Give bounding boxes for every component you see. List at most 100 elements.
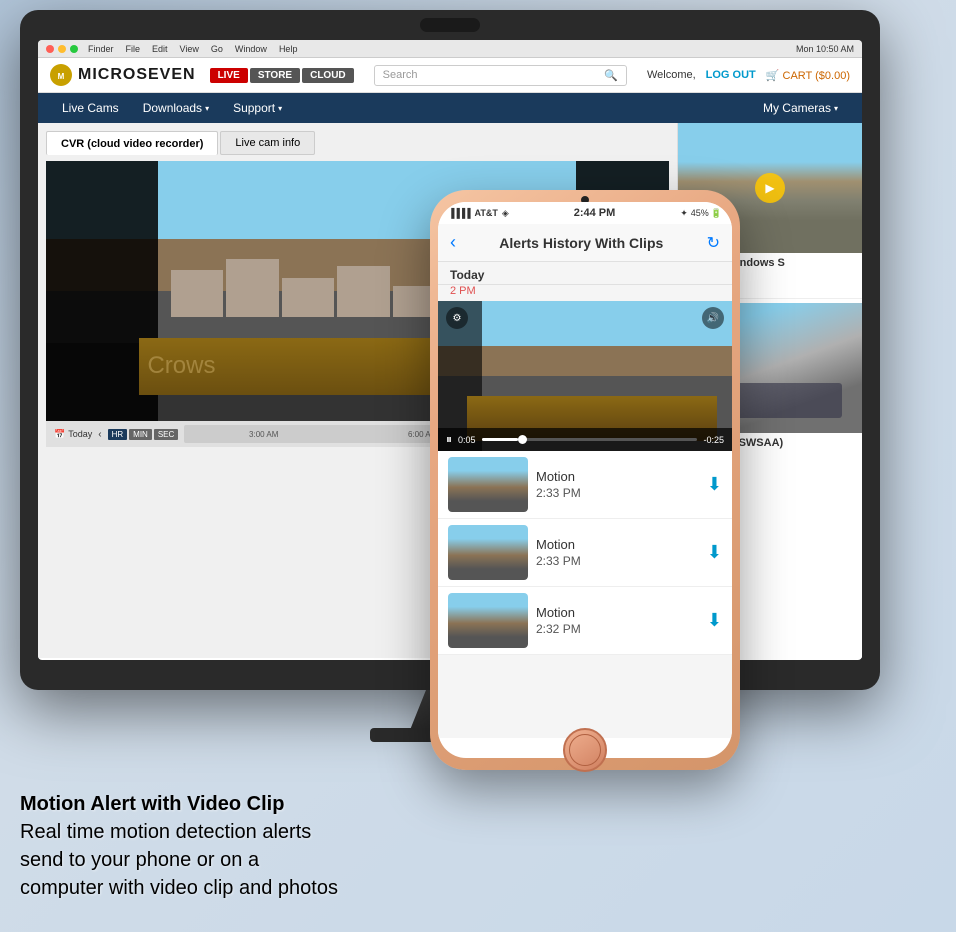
phone-video-clip[interactable]: ⚙ 🔊 ⏸ 0:05 -0:25 <box>438 301 732 451</box>
bluetooth-icon: ✦ <box>680 208 688 219</box>
nav-pills: LIVE STORE CLOUD <box>210 68 354 83</box>
alert-thumb-1 <box>448 525 528 580</box>
cam1-play-icon[interactable]: ▶ <box>755 173 785 203</box>
calendar-icon: 📅 <box>54 429 65 440</box>
alert-type-1: Motion <box>536 537 699 552</box>
phone-time-remaining: -0:25 <box>703 435 724 445</box>
building-1 <box>171 270 224 317</box>
mac-fullscreen-dot[interactable] <box>70 45 78 53</box>
welcome-text: Welcome, <box>647 69 696 81</box>
mac-window-controls <box>46 45 78 53</box>
phone-video-settings[interactable]: ⚙ <box>446 307 468 329</box>
nav-mycameras[interactable]: My Cameras ▾ <box>751 93 850 123</box>
phone-time-current: 0:05 <box>458 435 476 445</box>
download-icon-0[interactable]: ⬇ <box>707 474 722 495</box>
alert-item-0: Motion 2:33 PM ⬇ <box>438 451 732 519</box>
mode-sec[interactable]: SEC <box>154 429 178 440</box>
phone-content: Today 2 PM ⚙ 🔊 ⏸ 0:05 <box>438 262 732 738</box>
alert-type-0: Motion <box>536 469 699 484</box>
alert-info-1: Motion 2:33 PM <box>536 537 699 568</box>
nav-live[interactable]: LIVE <box>210 68 248 83</box>
mac-menu-go[interactable]: Go <box>211 44 223 54</box>
cart-button[interactable]: 🛒 CART ($0.00) <box>766 69 850 82</box>
carrier-label: AT&T <box>475 208 498 218</box>
nav-store[interactable]: STORE <box>250 68 300 83</box>
building-2 <box>226 259 279 318</box>
search-area: Search 🔍 <box>374 65 627 86</box>
nav-downloads[interactable]: Downloads ▾ <box>131 93 221 123</box>
nav-livecams[interactable]: Live Cams <box>50 93 131 123</box>
mycameras-chevron: ▾ <box>834 104 838 113</box>
mac-close-dot[interactable] <box>46 45 54 53</box>
timeline-mode: HR MIN SEC <box>108 429 179 440</box>
phone-progress-dot <box>518 435 527 444</box>
mac-minimize-dot[interactable] <box>58 45 66 53</box>
mac-menu-view[interactable]: View <box>180 44 199 54</box>
mac-menu-help[interactable]: Help <box>279 44 298 54</box>
downloads-chevron: ▾ <box>205 104 209 113</box>
section-day: Today <box>438 262 732 285</box>
search-placeholder: Search <box>383 69 418 81</box>
mac-menu-window[interactable]: Window <box>235 44 267 54</box>
nav-bar: Live Cams Downloads ▾ Support ▾ My Camer… <box>38 93 862 123</box>
nav-support[interactable]: Support ▾ <box>221 93 294 123</box>
tab-cvr[interactable]: CVR (cloud video recorder) <box>46 131 218 155</box>
phone-screen: ▐▐▐▐ AT&T ◈ 2:44 PM ✦ 45% 🔋 ‹ Alerts His… <box>438 202 732 758</box>
refresh-button[interactable]: ↻ <box>707 233 720 253</box>
alert-time-2: 2:32 PM <box>536 622 699 636</box>
section-time: 2 PM <box>438 285 732 301</box>
header-right: Welcome, LOG OUT 🛒 CART ($0.00) <box>647 69 850 82</box>
tab-livecam[interactable]: Live cam info <box>220 131 315 155</box>
download-icon-1[interactable]: ⬇ <box>707 542 722 563</box>
building-4 <box>337 266 390 317</box>
back-button[interactable]: ‹ <box>450 232 456 253</box>
phone-statusbar: ▐▐▐▐ AT&T ◈ 2:44 PM ✦ 45% 🔋 <box>438 202 732 224</box>
mac-clock: Mon 10:50 AM <box>796 44 854 54</box>
bottom-line3: send to your phone or on a <box>20 846 338 874</box>
bottom-line2: Real time motion detection alerts <box>20 818 338 846</box>
nav-cloud[interactable]: CLOUD <box>302 68 354 83</box>
bottom-line1: Motion Alert with Video Clip <box>20 790 338 818</box>
logo-text: MICROSEVEN <box>78 66 196 84</box>
support-chevron: ▾ <box>278 104 282 113</box>
tab-row: CVR (cloud video recorder) Live cam info <box>46 131 669 155</box>
svg-text:M: M <box>58 72 65 81</box>
phone-home-ring <box>569 734 601 766</box>
alert-info-0: Motion 2:33 PM <box>536 469 699 500</box>
phone-container: ▐▐▐▐ AT&T ◈ 2:44 PM ✦ 45% 🔋 ‹ Alerts His… <box>430 190 740 770</box>
phone-progress-fill <box>482 438 519 441</box>
signal-icon: ▐▐▐▐ <box>448 208 470 218</box>
phone-pause-button[interactable]: ⏸ <box>446 432 452 447</box>
logo-area: M MICROSEVEN <box>50 64 196 86</box>
mode-hr[interactable]: HR <box>108 429 128 440</box>
alert-info-2: Motion 2:32 PM <box>536 605 699 636</box>
alert-type-2: Motion <box>536 605 699 620</box>
logout-button[interactable]: LOG OUT <box>706 69 756 81</box>
alert-thumb-2 <box>448 593 528 648</box>
mode-min[interactable]: MIN <box>129 429 152 440</box>
alert-time-1: 2:33 PM <box>536 554 699 568</box>
phone-time: 2:44 PM <box>509 207 680 219</box>
search-bar[interactable]: Search 🔍 <box>374 65 627 86</box>
monitor-notch <box>420 18 480 32</box>
mac-menu: Finder File Edit View Go Window Help <box>88 44 297 54</box>
mac-menu-edit[interactable]: Edit <box>152 44 168 54</box>
battery-level: 45% <box>691 208 709 218</box>
timeline-nav-left[interactable]: ‹ <box>98 429 101 440</box>
alert-item-1: Motion 2:33 PM ⬇ <box>438 519 732 587</box>
phone-video-sound[interactable]: 🔊 <box>702 307 724 329</box>
phone-app-header: ‹ Alerts History With Clips ↻ <box>438 224 732 262</box>
mac-menu-file[interactable]: File <box>126 44 141 54</box>
phone-app-title: Alerts History With Clips <box>466 235 697 251</box>
alert-time-0: 2:33 PM <box>536 486 699 500</box>
bottom-line4: computer with video clip and photos <box>20 874 338 902</box>
phone-progress-bar[interactable] <box>482 438 698 441</box>
phone-home-button[interactable] <box>563 728 607 772</box>
download-icon-2[interactable]: ⬇ <box>707 610 722 631</box>
phone-video-controls: ⏸ 0:05 -0:25 <box>438 428 732 451</box>
mac-menu-finder[interactable]: Finder <box>88 44 114 54</box>
alert-item-2: Motion 2:32 PM ⬇ <box>438 587 732 655</box>
battery-icon: 🔋 <box>711 208 722 219</box>
bottom-text: Motion Alert with Video Clip Real time m… <box>20 790 338 902</box>
site-header: M MICROSEVEN LIVE STORE CLOUD Search 🔍 <box>38 58 862 93</box>
